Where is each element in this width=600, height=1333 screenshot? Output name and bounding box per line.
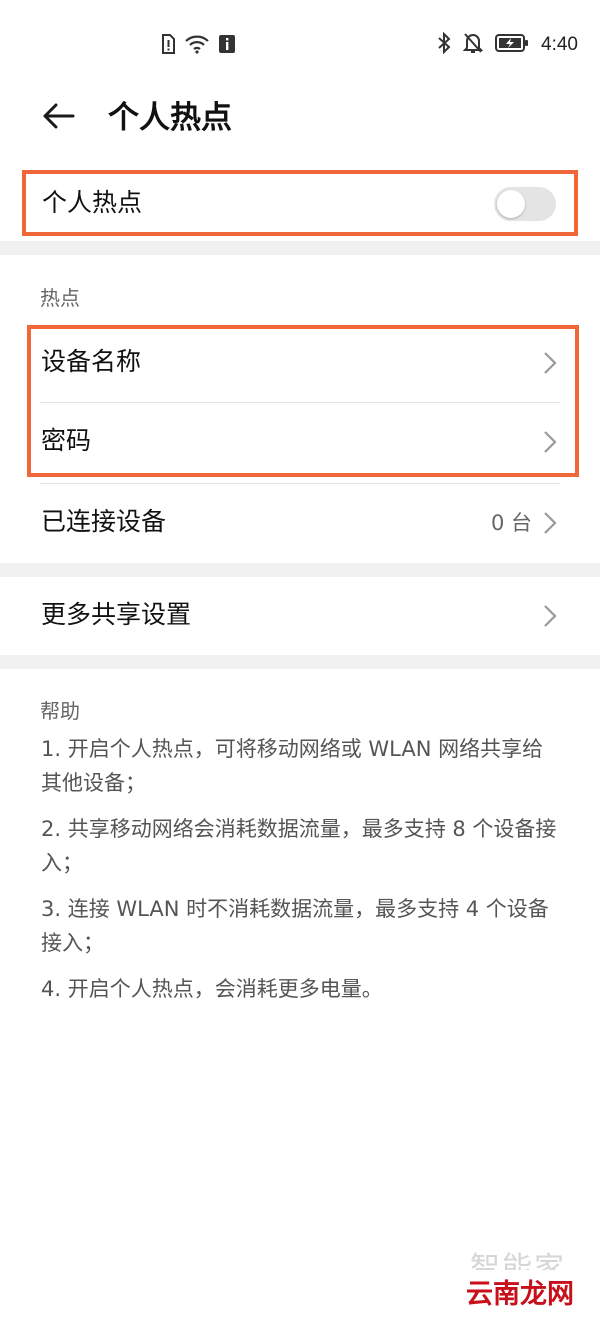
more-sharing-label: 更多共享设置 (41, 600, 192, 629)
app-bar: 个人热点 (0, 90, 600, 146)
chevron-right-icon (542, 510, 558, 536)
watermark: 智能家 云南龙网 (422, 1243, 582, 1313)
more-sharing-settings-row[interactable]: 更多共享设置 (0, 577, 600, 655)
page-title: 个人热点 (108, 100, 232, 136)
info-icon (218, 34, 236, 58)
hotspot-switch[interactable] (494, 187, 556, 221)
switch-knob (497, 190, 525, 218)
status-right-icons: 4:40 (437, 31, 578, 58)
battery-charging-icon (495, 34, 529, 56)
hotspot-toggle-row[interactable]: 个人热点 (22, 170, 578, 236)
status-time: 4:40 (541, 34, 578, 55)
chevron-right-icon (542, 350, 558, 376)
help-item: 3. 连接 WLAN 时不消耗数据流量，最多支持 4 个设备接入； (41, 897, 549, 955)
help-list: 1. 开启个人热点，可将移动网络或 WLAN 网络共享给其他设备； 2. 共享移… (41, 732, 561, 1018)
wifi-icon (184, 34, 210, 58)
section-separator (0, 655, 600, 669)
hotspot-toggle-label: 个人热点 (42, 188, 143, 217)
password-label: 密码 (41, 426, 92, 455)
help-item: 4. 开启个人热点，会消耗更多电量。 (41, 977, 383, 1001)
device-name-row[interactable]: 设备名称 (0, 324, 600, 402)
help-item: 2. 共享移动网络会消耗数据流量，最多支持 8 个设备接入； (41, 817, 557, 875)
chevron-right-icon (542, 603, 558, 629)
sim-alert-icon (160, 34, 176, 58)
section-separator (0, 241, 600, 255)
help-item: 1. 开启个人热点，可将移动网络或 WLAN 网络共享给其他设备； (41, 737, 544, 795)
password-row[interactable]: 密码 (0, 403, 600, 481)
arrow-left-icon (41, 102, 75, 134)
section-separator (0, 563, 600, 577)
section-header-hotspot: 热点 (40, 286, 80, 310)
connected-devices-count: 0 台 (490, 511, 532, 535)
device-name-label: 设备名称 (41, 347, 142, 376)
status-left-icons (160, 34, 236, 58)
connected-devices-row[interactable]: 已连接设备 0 台 (0, 484, 600, 562)
chevron-right-icon (542, 429, 558, 455)
mute-bell-icon (462, 32, 484, 58)
connected-devices-label: 已连接设备 (41, 507, 167, 536)
bluetooth-icon (437, 31, 451, 58)
watermark-bottom-text: 云南龙网 (458, 1270, 582, 1313)
section-header-help: 帮助 (40, 699, 80, 723)
back-button[interactable] (36, 96, 80, 140)
status-bar: 4:40 (0, 0, 600, 90)
